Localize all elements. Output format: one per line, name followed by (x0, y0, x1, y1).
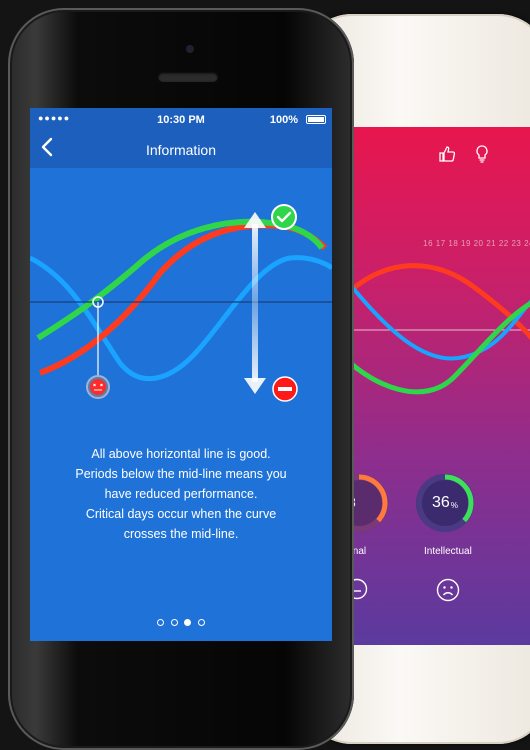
page-dot-2[interactable] (170, 619, 178, 626)
sad-face-icon[interactable] (436, 578, 460, 608)
battery-percent: 100% (269, 114, 298, 126)
info-screen: ●●●●● 10:30 PM 100% Information All abov… (30, 108, 332, 641)
intellectual-unit: % (450, 500, 458, 510)
back-phone-screen: 16 17 18 19 20 21 22 23 24 (344, 127, 530, 645)
lightbulb-icon[interactable] (474, 145, 490, 167)
page-dot-3[interactable] (184, 619, 192, 626)
front-camera (186, 45, 194, 53)
status-bar: ●●●●● 10:30 PM 100% (30, 108, 332, 132)
info-line-1: All above horizontal line is good. (91, 447, 271, 461)
intellectual-value: 36 (432, 494, 450, 511)
info-text: All above horizontal line is good. Perio… (50, 444, 312, 544)
earpiece-speaker (158, 72, 218, 82)
blue-curve (30, 255, 332, 381)
info-line-3: have reduced performance. (104, 487, 258, 501)
nav-bar: Information (30, 132, 332, 168)
battery-icon (306, 115, 326, 124)
back-blue-curve (344, 275, 530, 361)
intellectual-label: Intellectual (424, 546, 472, 557)
critical-face-icon (86, 375, 110, 399)
page-title: Information (145, 142, 217, 158)
bad-minus-icon (272, 376, 298, 402)
biorhythm-chart (30, 204, 332, 402)
page-dot-1[interactable] (157, 619, 165, 626)
red-curve (38, 222, 328, 376)
thumbs-up-icon[interactable] (438, 145, 456, 167)
intellectual-ring: 36% (416, 474, 474, 532)
info-line-5: crosses the mid-line. (123, 527, 239, 541)
info-line-4: Critical days occur when the curve (85, 507, 277, 521)
page-dot-4[interactable] (197, 619, 205, 626)
page-indicator[interactable] (30, 613, 332, 631)
up-down-arrow (244, 212, 266, 394)
back-biorhythm-chart (344, 263, 530, 395)
green-curve (36, 218, 325, 341)
info-line-2: Periods below the mid-line means you (75, 467, 287, 481)
intellectual-ring-label: 36% (416, 474, 474, 532)
good-check-icon (271, 204, 297, 230)
